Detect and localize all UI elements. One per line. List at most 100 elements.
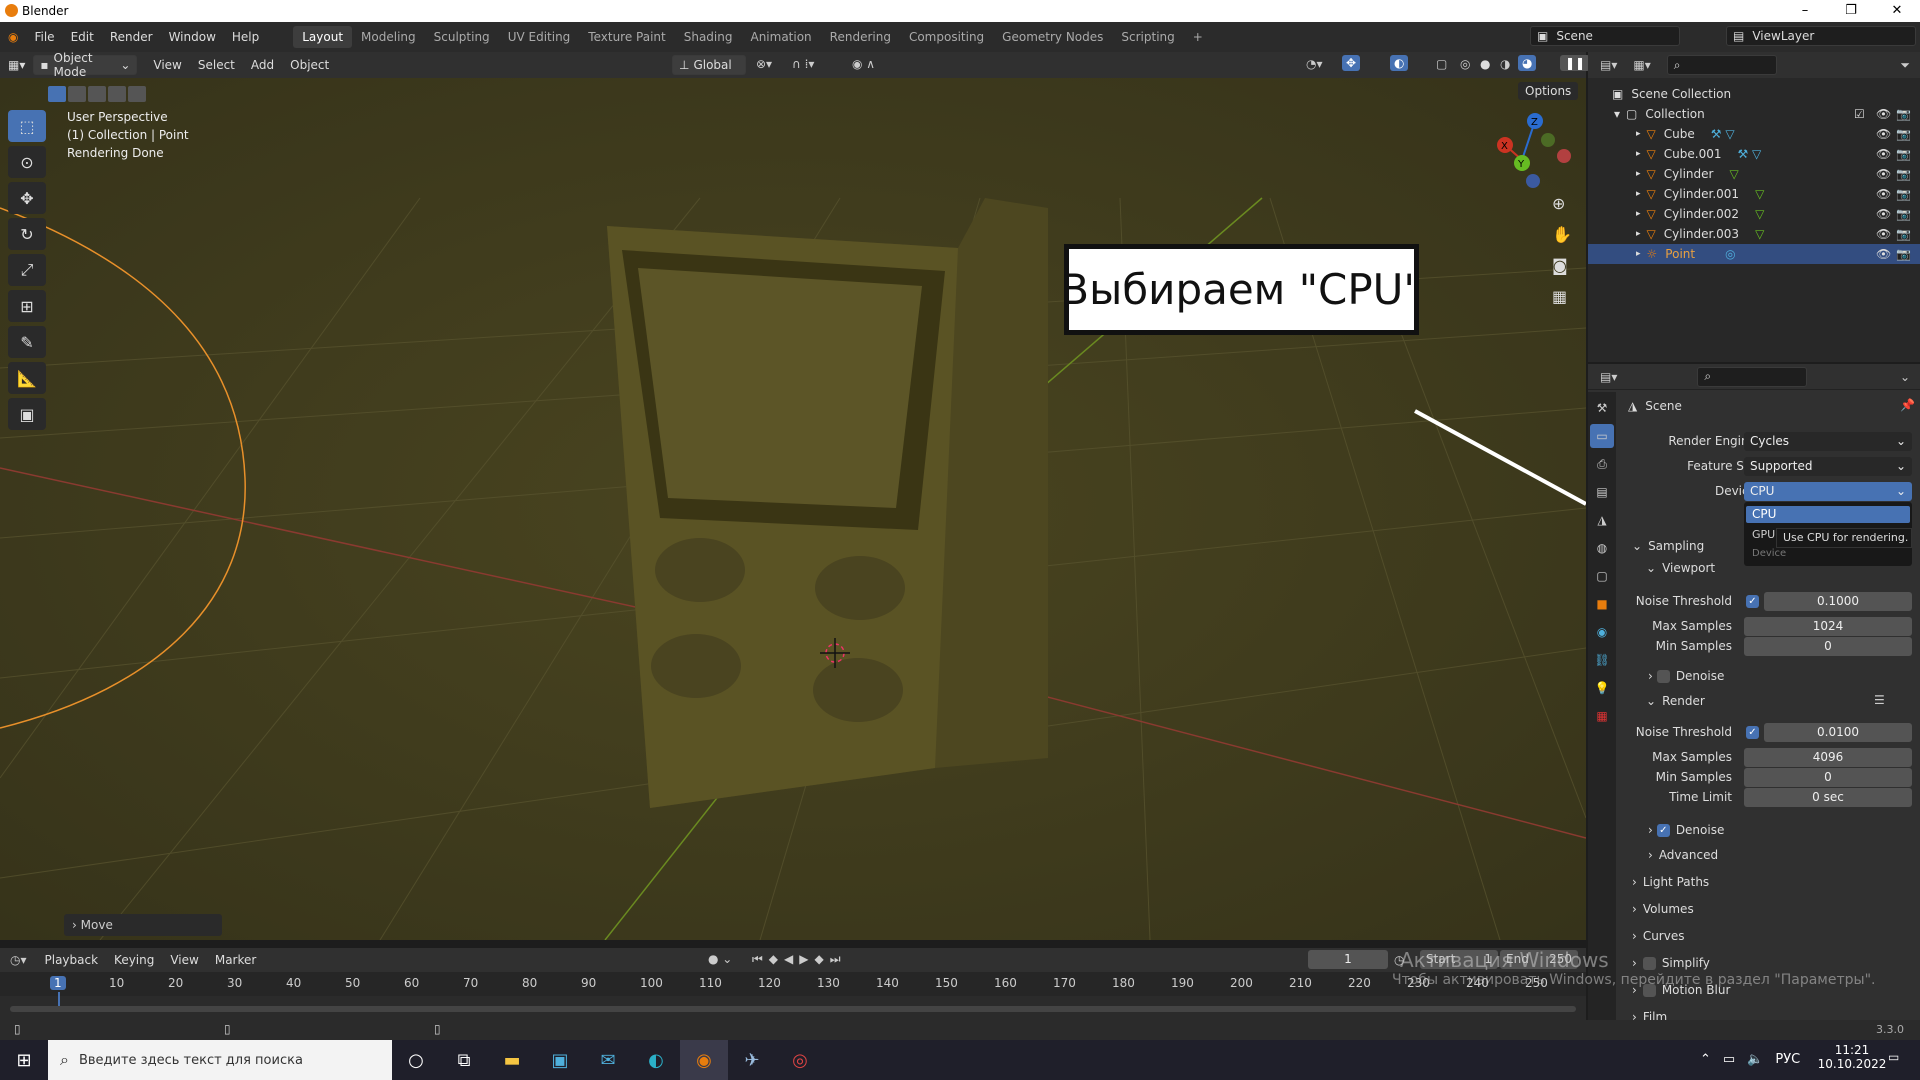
select-new-icon[interactable] — [48, 86, 66, 102]
transform-icon[interactable]: ⊞ — [8, 290, 46, 322]
collection-row[interactable]: ▾ ▢ Collection ☑ 👁 📷 — [1588, 104, 1920, 124]
windows-start-icon[interactable]: ⊞ — [0, 1040, 48, 1080]
expand-icon[interactable]: ▸ — [1636, 249, 1641, 259]
constraints-tab-icon[interactable]: ⛓ — [1590, 648, 1614, 672]
expand-icon[interactable]: ▸ — [1636, 189, 1641, 199]
select-box-icon[interactable]: ⬚ — [8, 110, 46, 142]
ortho-grid-icon[interactable]: ▦ — [1552, 287, 1572, 306]
eye-icon[interactable]: 👁 — [1876, 187, 1891, 201]
operator-panel[interactable]: › Move — [64, 914, 222, 936]
tab-scripting[interactable]: Scripting — [1112, 26, 1183, 48]
camera-view-icon[interactable]: ◙ — [1552, 256, 1572, 275]
tab-layout[interactable]: Layout — [293, 26, 353, 48]
menu-file[interactable]: File — [26, 30, 62, 44]
r-max-field[interactable]: 4096 — [1744, 748, 1912, 767]
menu-render[interactable]: Render — [102, 30, 161, 44]
camera-icon[interactable]: 📷 — [1896, 247, 1911, 261]
select-intersect-icon[interactable] — [128, 86, 146, 102]
camera-icon[interactable]: 📷 — [1896, 227, 1911, 241]
r-min-field[interactable]: 0 — [1744, 768, 1912, 787]
viewport-subpanel-header[interactable]: ⌄ Viewport — [1646, 558, 1715, 578]
menu-marker[interactable]: Marker — [207, 953, 264, 967]
properties-editor-icon[interactable]: ▤▾ — [1600, 370, 1617, 384]
options-button[interactable]: Options — [1518, 82, 1579, 100]
vp-noise-field[interactable]: 0.1000 — [1764, 592, 1912, 611]
r-noise-field[interactable]: 0.0100 — [1764, 723, 1912, 742]
render-subpanel-header[interactable]: ⌄ Render — [1646, 691, 1705, 711]
collection-tab-icon[interactable]: ▢ — [1590, 564, 1614, 588]
device-option-cpu[interactable]: CPU — [1746, 506, 1910, 523]
expand-icon[interactable]: ▸ — [1636, 209, 1641, 219]
task-view-icon[interactable]: ⧉ — [440, 1040, 488, 1080]
solid-shading-icon[interactable]: ● — [1480, 57, 1490, 71]
snap-icon[interactable]: ∩ ⁞▾ — [792, 57, 814, 71]
add-cube-icon[interactable]: ▣ — [8, 398, 46, 430]
outliner-item[interactable]: ▸ ▽ Cylinder ▽ 👁 📷 — [1588, 164, 1920, 184]
view-layer-selector[interactable]: ▤ ViewLayer — [1726, 26, 1916, 46]
r-time-field[interactable]: 0 sec — [1744, 788, 1912, 807]
simplify-panel[interactable]: › Simplify — [1632, 953, 1710, 973]
menu-add[interactable]: Add — [243, 58, 282, 72]
editor-type-icon[interactable]: ▦▾ — [0, 58, 33, 72]
eye-icon[interactable]: 👁 — [1876, 247, 1891, 261]
vp-min-field[interactable]: 0 — [1744, 637, 1912, 656]
xray-icon[interactable]: ▢ — [1436, 57, 1447, 71]
file-explorer-icon[interactable]: ▬ — [488, 1040, 536, 1080]
tab-texture-paint[interactable]: Texture Paint — [579, 26, 674, 48]
camera-icon[interactable]: 📷 — [1896, 127, 1911, 141]
r-noise-checkbox[interactable]: ✓ — [1746, 726, 1759, 739]
edge-icon[interactable]: ◐ — [632, 1040, 680, 1080]
store-icon[interactable]: ▣ — [536, 1040, 584, 1080]
eye-icon[interactable]: 👁 — [1876, 227, 1891, 241]
texture-tab-icon[interactable]: ▦ — [1590, 704, 1614, 728]
wireframe-shading-icon[interactable]: ◎ — [1460, 57, 1470, 71]
playback-controls-icon[interactable]: ⏮◆◀▶◆⏭ — [752, 952, 847, 967]
pan-hand-icon[interactable]: ✋ — [1552, 225, 1572, 244]
light-data-tab-icon[interactable]: 💡 — [1590, 676, 1614, 700]
outliner-item[interactable]: ▸ ▽ Cube ⚒ ▽ 👁 📷 — [1588, 124, 1920, 144]
outliner-item[interactable]: ▸ ▽ Cylinder.001 ▽ 👁 📷 — [1588, 184, 1920, 204]
menu-playback[interactable]: Playback — [37, 953, 107, 967]
select-subtract-icon[interactable] — [88, 86, 106, 102]
tab-shading[interactable]: Shading — [675, 26, 742, 48]
clock-icon[interactable]: ◷▾ — [10, 953, 27, 967]
sampling-panel-header[interactable]: ⌄ Sampling — [1632, 536, 1704, 556]
blender-menu-icon[interactable]: ◉ — [0, 30, 26, 44]
select-invert-icon[interactable] — [108, 86, 126, 102]
render-tab-icon[interactable]: ▭ — [1590, 424, 1614, 448]
r-denoise-checkbox[interactable]: ✓ — [1656, 823, 1670, 837]
camera-icon[interactable]: 📷 — [1896, 167, 1911, 181]
mail-icon[interactable]: ✉ — [584, 1040, 632, 1080]
filter-icon[interactable]: ⏷ — [1900, 58, 1910, 73]
tab-sculpting[interactable]: Sculpting — [425, 26, 499, 48]
timeline-scrollbar[interactable] — [10, 1006, 1576, 1012]
pivot-icon[interactable]: ⊗▾ — [756, 57, 772, 71]
menu-select[interactable]: Select — [190, 58, 243, 72]
outliner-item[interactable]: ▸ ▽ Cylinder.003 ▽ 👁 📷 — [1588, 224, 1920, 244]
blender-taskbar-icon[interactable]: ◉ — [680, 1040, 728, 1080]
visibility-icon[interactable]: ◔▾ — [1306, 57, 1323, 71]
eye-icon[interactable]: 👁 — [1876, 207, 1891, 221]
physics-tab-icon[interactable]: ◉ — [1590, 620, 1614, 644]
advanced-subpanel-header[interactable]: › Advanced — [1648, 845, 1718, 865]
menu-window[interactable]: Window — [161, 30, 224, 44]
gizmo-toggle-icon[interactable]: ✥ — [1342, 55, 1361, 71]
chrome-icon[interactable]: ◎ — [776, 1040, 824, 1080]
cortana-icon[interactable]: ○ — [392, 1040, 440, 1080]
expand-icon[interactable]: ▸ — [1636, 229, 1641, 239]
properties-search[interactable]: ⌕ — [1697, 366, 1808, 387]
vp-noise-checkbox[interactable]: ✓ — [1746, 595, 1759, 608]
menu-edit[interactable]: Edit — [63, 30, 102, 44]
menu-object[interactable]: Object — [282, 58, 337, 72]
timeline-ruler[interactable]: 1 10 20 30 40 50 60 70 80 90 100 110 120 130 140 150 160… — [0, 972, 1586, 1010]
eye-icon[interactable]: 👁 — [1876, 127, 1891, 141]
current-frame-field[interactable]: 1 — [1308, 950, 1388, 969]
outliner-item[interactable]: ▸ ▽ Cylinder.002 ▽ 👁 📷 — [1588, 204, 1920, 224]
tab-animation[interactable]: Animation — [741, 26, 820, 48]
app-taskbar-icon[interactable]: ✈ — [728, 1040, 776, 1080]
close-button[interactable]: ✕ — [1874, 0, 1920, 22]
rendered-shading-icon[interactable]: ◕ — [1518, 55, 1537, 71]
tab-rendering[interactable]: Rendering — [821, 26, 900, 48]
vp-denoise-checkbox[interactable] — [1656, 669, 1670, 683]
add-workspace-button[interactable]: + — [1184, 26, 1212, 48]
